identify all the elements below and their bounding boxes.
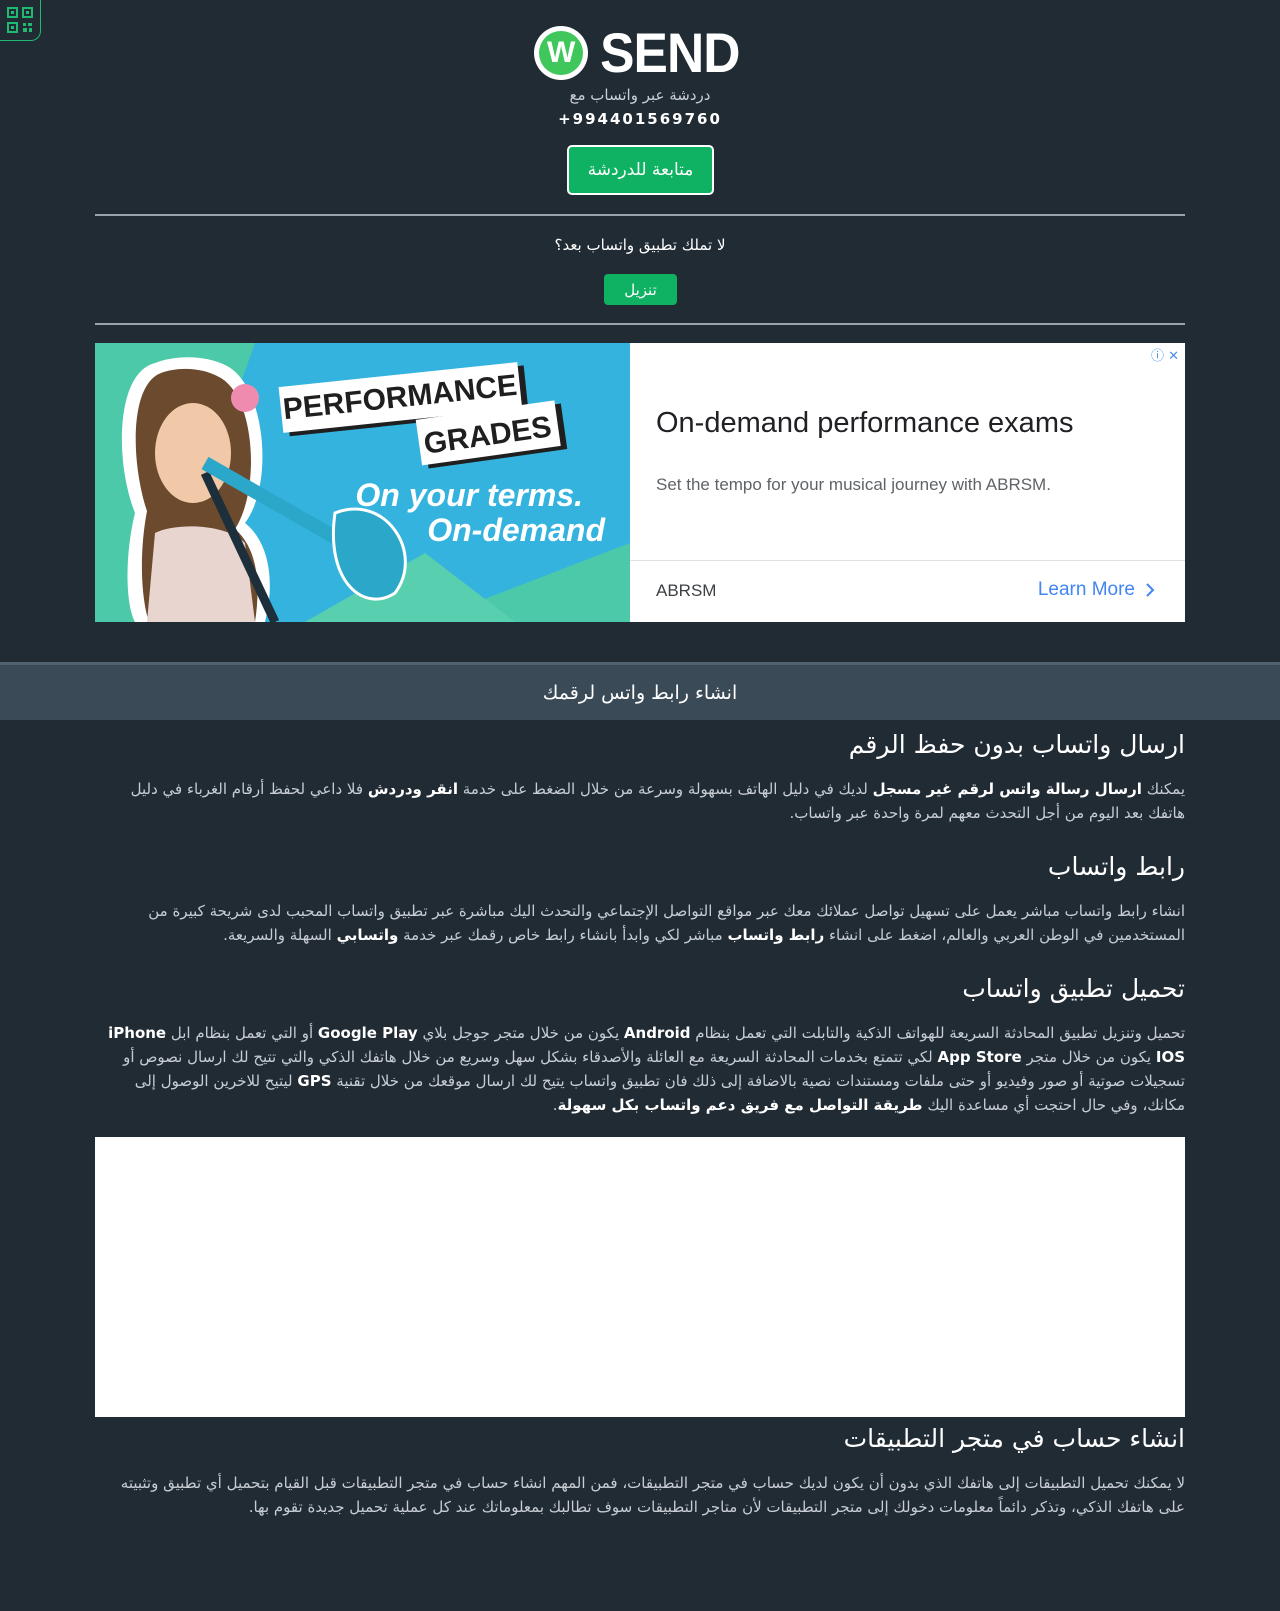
phone-number: +994401569760 — [558, 110, 722, 128]
ad-footer: ABRSM Learn More — [630, 560, 1185, 622]
site-logo[interactable]: W SEND — [0, 20, 1280, 85]
logo-text: SEND — [600, 21, 740, 84]
download-button[interactable]: تنزيل — [604, 274, 677, 305]
article-app-store-account: انشاء حساب في متجر التطبيقات لا يمكنك تح… — [95, 1424, 1185, 1519]
no-app-text: لا تملك تطبيق واتساب بعد؟ — [554, 236, 726, 254]
article-download-whatsapp: تحميل تطبيق واتساب تحميل وتنزيل تطبيق ال… — [95, 974, 1185, 1117]
article-whatsapp-link: رابط واتساب انشاء رابط واتساب مباشر يعمل… — [95, 852, 1185, 947]
logo-letter: W — [539, 30, 584, 75]
ad-brand: ABRSM — [656, 581, 717, 600]
continue-chat-button[interactable]: متابعة للدردشة — [567, 145, 714, 195]
logo-icon: W — [534, 25, 589, 80]
ad-image[interactable]: PERFORMANCE GRADES On your terms. On-dem… — [95, 343, 630, 622]
ad-placeholder — [95, 1137, 1185, 1417]
ad-description: Set the tempo for your musical journey w… — [656, 475, 1051, 494]
chat-subtitle: دردشة عبر واتساب مع — [569, 86, 711, 104]
ad-headline[interactable]: On-demand performance exams — [656, 407, 1073, 440]
ad-banner-line4: On-demand — [427, 512, 606, 548]
divider — [95, 323, 1185, 325]
article-heading: انشاء حساب في متجر التطبيقات — [843, 1424, 1185, 1453]
article-paragraph: تحميل وتنزيل تطبيق المحادثة السريعة للهو… — [108, 1024, 1185, 1114]
article-send-without-saving: ارسال واتساب بدون حفظ الرقم يمكنك ارسال … — [95, 730, 1185, 825]
article-paragraph: انشاء رابط واتساب مباشر يعمل على تسهيل ت… — [148, 902, 1185, 944]
ad-choices-icon[interactable]: ⓘ ✕ — [1151, 345, 1179, 364]
create-link-section-header[interactable]: انشاء رابط واتس لرقمك — [0, 662, 1280, 720]
ad-illustration: PERFORMANCE GRADES On your terms. On-dem… — [95, 343, 630, 622]
article-heading: ارسال واتساب بدون حفظ الرقم — [848, 730, 1185, 759]
article-paragraph: يمكنك ارسال رسالة واتس لرقم غير مسجل لدي… — [130, 780, 1185, 822]
chevron-right-icon — [1146, 583, 1155, 597]
article-heading: رابط واتساب — [1047, 852, 1185, 881]
ad-content[interactable]: ⓘ ✕ On-demand performance exams Set the … — [630, 343, 1185, 622]
ad-cta-label: Learn More — [1037, 579, 1135, 600]
ad-learn-more-button[interactable]: Learn More — [1038, 579, 1155, 601]
article-paragraph: لا يمكنك تحميل التطبيقات إلى هاتفك الذي … — [120, 1474, 1185, 1516]
ad-banner-line3: On your terms. — [355, 477, 583, 513]
advertisement[interactable]: PERFORMANCE GRADES On your terms. On-dem… — [95, 343, 1185, 622]
divider — [95, 214, 1185, 216]
article-heading: تحميل تطبيق واتساب — [962, 974, 1185, 1003]
